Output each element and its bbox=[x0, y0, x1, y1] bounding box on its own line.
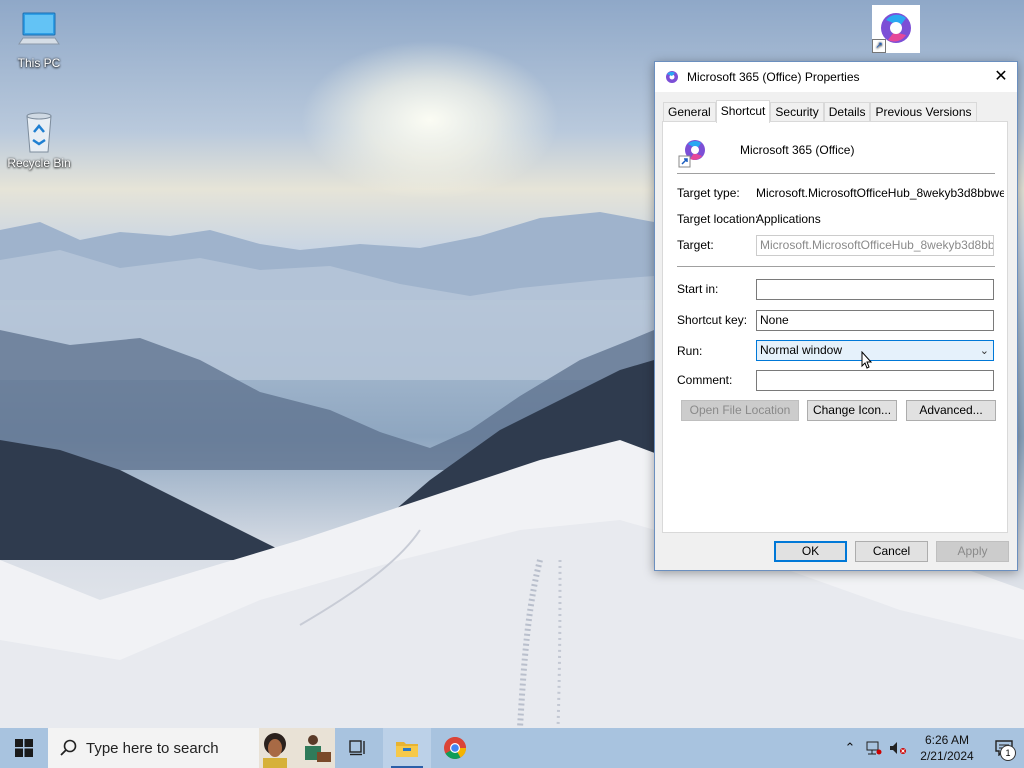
app-name: Microsoft 365 (Office) bbox=[740, 143, 855, 157]
tab-shortcut[interactable]: Shortcut bbox=[715, 100, 771, 123]
clock-time: 6:26 AM bbox=[924, 733, 970, 747]
start-in-label: Start in: bbox=[677, 282, 719, 296]
search-box[interactable]: Type here to search bbox=[48, 728, 335, 768]
network-icon[interactable] bbox=[862, 728, 886, 768]
comment-label: Comment: bbox=[677, 373, 733, 387]
dialog-tabs: General Shortcut Security Details Previo… bbox=[663, 100, 977, 123]
target-type-value: Microsoft.MicrosoftOfficeHub_8wekyb3d8bb… bbox=[756, 186, 1004, 200]
run-select-value: Normal window bbox=[760, 343, 843, 357]
separator bbox=[677, 173, 995, 174]
target-type-label: Target type: bbox=[677, 186, 740, 200]
desktop-icon-microsoft-365[interactable]: ↗ bbox=[858, 5, 934, 55]
clock-date: 2/21/2024 bbox=[920, 749, 974, 763]
dialog-titlebar[interactable]: Microsoft 365 (Office) Properties ✕ bbox=[655, 62, 1017, 92]
task-view-icon bbox=[349, 740, 365, 756]
start-in-field[interactable] bbox=[756, 279, 994, 300]
microsoft-365-icon bbox=[678, 140, 705, 168]
microsoft-365-icon: ↗ bbox=[872, 5, 920, 53]
shortcut-arrow-icon: ↗ bbox=[872, 39, 886, 53]
folder-icon bbox=[396, 742, 418, 757]
run-label: Run: bbox=[677, 344, 703, 358]
shortcut-panel: Microsoft 365 (Office) Target type: Micr… bbox=[662, 121, 1008, 533]
dialog-title: Microsoft 365 (Office) Properties bbox=[687, 70, 860, 84]
chrome-button[interactable] bbox=[431, 728, 479, 768]
ok-button[interactable]: OK bbox=[774, 541, 847, 562]
properties-dialog: Microsoft 365 (Office) Properties ✕ Gene… bbox=[654, 61, 1018, 571]
advanced-button[interactable]: Advanced... bbox=[906, 400, 996, 421]
file-explorer-button[interactable] bbox=[383, 728, 431, 768]
tab-previous-versions[interactable]: Previous Versions bbox=[870, 102, 977, 122]
windows-logo-icon bbox=[15, 739, 33, 757]
desktop-icon-recycle-bin[interactable]: Recycle Bin bbox=[1, 110, 77, 170]
open-file-location-button[interactable]: Open File Location bbox=[681, 400, 799, 421]
search-placeholder: Type here to search bbox=[86, 739, 219, 757]
chevron-down-icon: ⌄ bbox=[979, 345, 989, 357]
start-button[interactable] bbox=[0, 728, 48, 768]
clock[interactable]: 6:26 AM 2/21/2024 bbox=[910, 732, 984, 764]
desktop-icon-this-pc[interactable]: This PC bbox=[1, 10, 77, 70]
apply-button[interactable]: Apply bbox=[936, 541, 1009, 562]
target-location-value: Applications bbox=[756, 212, 821, 226]
close-button[interactable]: ✕ bbox=[985, 62, 1017, 92]
run-select[interactable]: Normal window ⌄ bbox=[756, 340, 994, 361]
comment-field[interactable] bbox=[756, 370, 994, 391]
app-large-icon bbox=[677, 136, 709, 168]
shortcut-key-label: Shortcut key: bbox=[677, 313, 748, 327]
tab-general[interactable]: General bbox=[663, 102, 716, 122]
target-location-label: Target location: bbox=[677, 212, 759, 226]
target-label: Target: bbox=[677, 238, 714, 252]
change-icon-button[interactable]: Change Icon... bbox=[807, 400, 897, 421]
chrome-icon bbox=[444, 737, 466, 759]
tab-details[interactable]: Details bbox=[823, 102, 871, 122]
search-highlight-illustration-icon[interactable] bbox=[259, 728, 335, 768]
separator bbox=[677, 266, 995, 267]
target-field: Microsoft.MicrosoftOfficeHub_8wekyb3d8bb… bbox=[756, 235, 994, 256]
system-tray: ⌃ 6:26 AM 2/21/2024 1 bbox=[838, 728, 1024, 768]
computer-icon bbox=[15, 10, 63, 54]
desktop-icon-label: This PC bbox=[17, 56, 61, 70]
recycle-bin-icon bbox=[15, 110, 63, 154]
tab-security[interactable]: Security bbox=[770, 102, 824, 122]
chevron-up-icon[interactable]: ⌃ bbox=[838, 728, 862, 768]
microsoft-365-icon bbox=[666, 71, 678, 83]
cancel-button[interactable]: Cancel bbox=[855, 541, 928, 562]
search-icon bbox=[60, 739, 77, 756]
notification-badge: 1 bbox=[1000, 745, 1016, 761]
shortcut-key-field[interactable]: None bbox=[756, 310, 994, 331]
mouse-cursor-icon bbox=[861, 350, 873, 372]
volume-muted-icon[interactable] bbox=[886, 728, 910, 768]
desktop-icon-label: Recycle Bin bbox=[7, 156, 71, 170]
task-view-button[interactable] bbox=[335, 728, 383, 768]
notification-center-button[interactable]: 1 bbox=[984, 728, 1024, 768]
taskbar: Type here to search ⌃ 6:26 AM 2/21/2024 … bbox=[0, 728, 1024, 768]
